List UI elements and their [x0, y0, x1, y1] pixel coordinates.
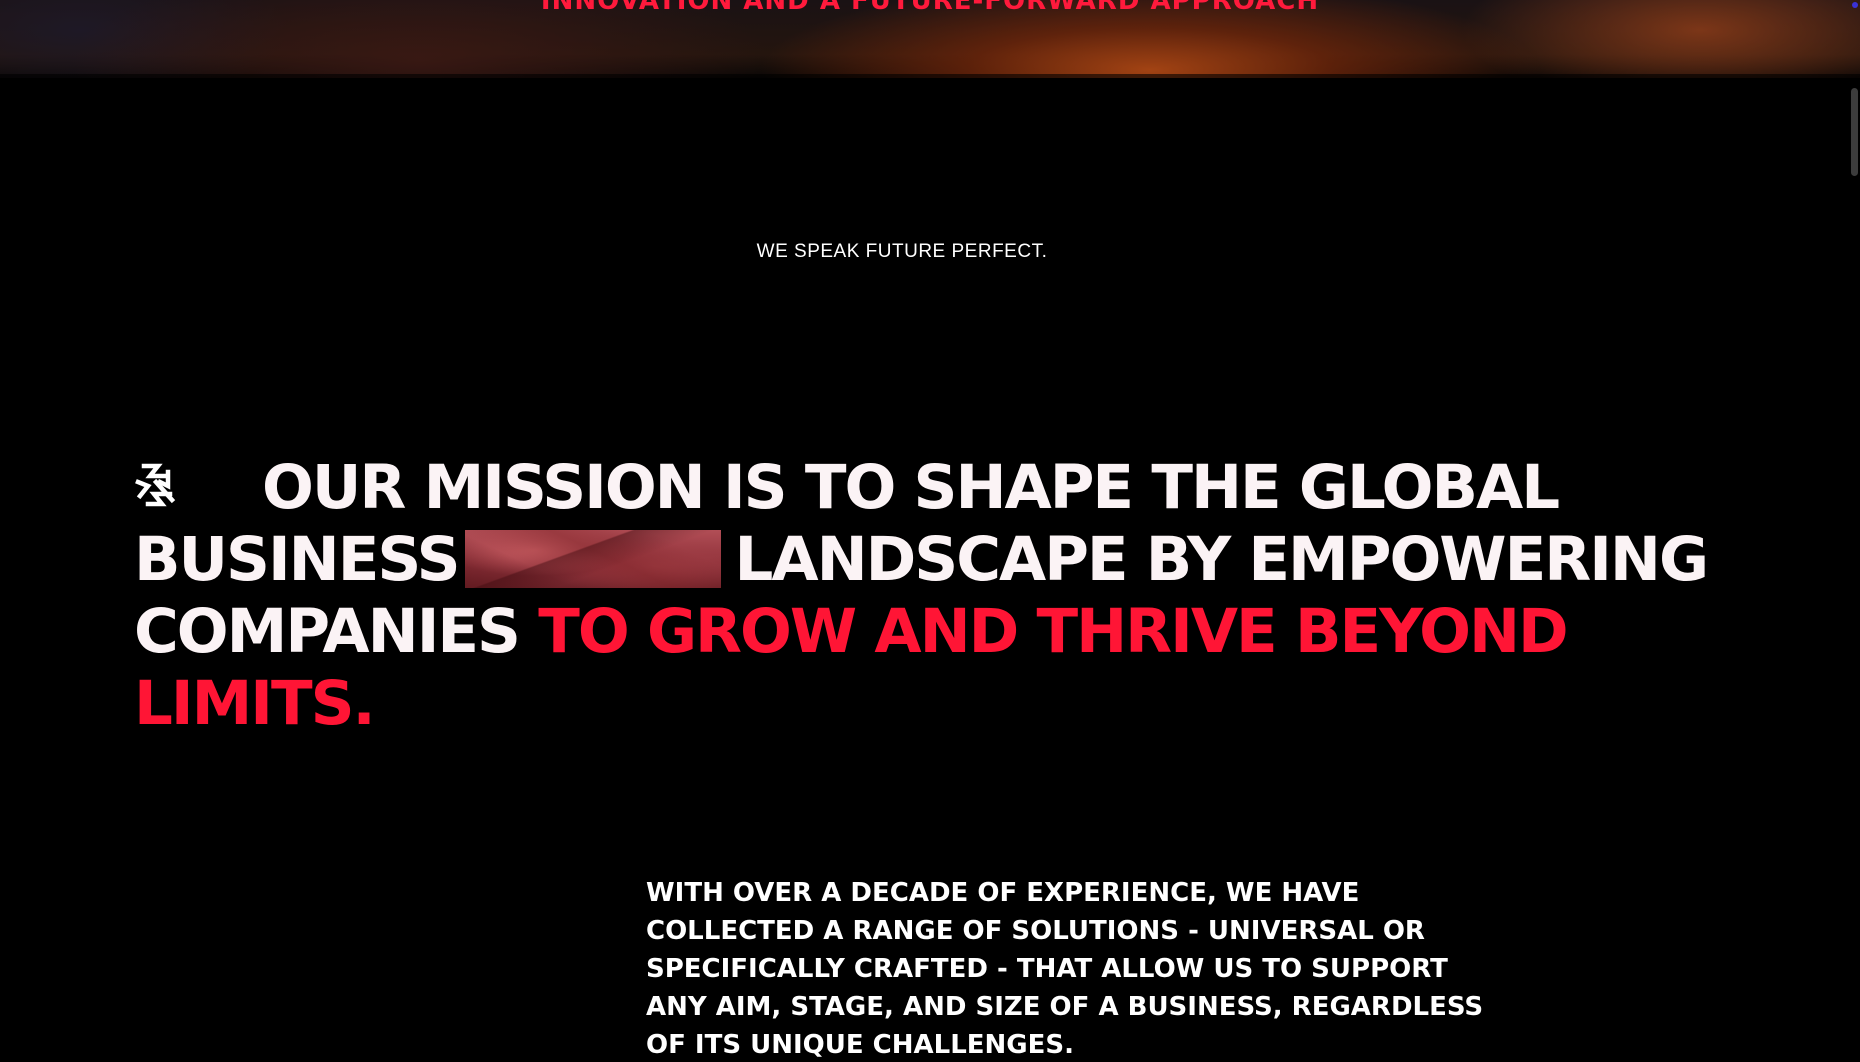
hero-image-strip: INNOVATION AND A FUTURE-FORWARD APPROACH [0, 0, 1860, 78]
scrollbar[interactable] [1846, 78, 1860, 1062]
mission-line-2-before: BUSINESS [134, 524, 461, 595]
brand-star-icon [135, 463, 176, 507]
mission-line-1: OUR MISSION IS TO SHAPE THE GLOBAL [134, 452, 1694, 524]
mission-line-4: LIMITS. [134, 668, 1694, 740]
hero-tagline: INNOVATION AND A FUTURE-FORWARD APPROACH [540, 0, 1320, 16]
mission-line-3-white: COMPANIES [134, 596, 521, 667]
mission-line-4-accent: LIMITS. [134, 668, 376, 739]
intro-paragraph: WITH OVER A DECADE OF EXPERIENCE, WE HAV… [646, 878, 1484, 1060]
mission-line-2: BUSINESS LANDSCAPE BY EMPOWERING [134, 524, 1709, 596]
mission-line-3-accent: TO GROW AND THRIVE BEYOND [538, 596, 1568, 667]
mission-line-1-text: OUR MISSION IS TO SHAPE THE GLOBAL [262, 452, 1560, 523]
mission-line-2-after: LANDSCAPE BY EMPOWERING [734, 524, 1710, 595]
mission-statement: OUR MISSION IS TO SHAPE THE GLOBAL BUSIN… [134, 452, 1709, 740]
inline-landscape-image [464, 530, 721, 588]
indicator-dot [1852, 2, 1858, 8]
section-eyebrow: WE SPEAK FUTURE PERFECT. [756, 241, 1048, 262]
mission-line-3: COMPANIES TO GROW AND THRIVE BEYOND [134, 596, 1694, 668]
scrollbar-thumb[interactable] [1851, 88, 1858, 176]
